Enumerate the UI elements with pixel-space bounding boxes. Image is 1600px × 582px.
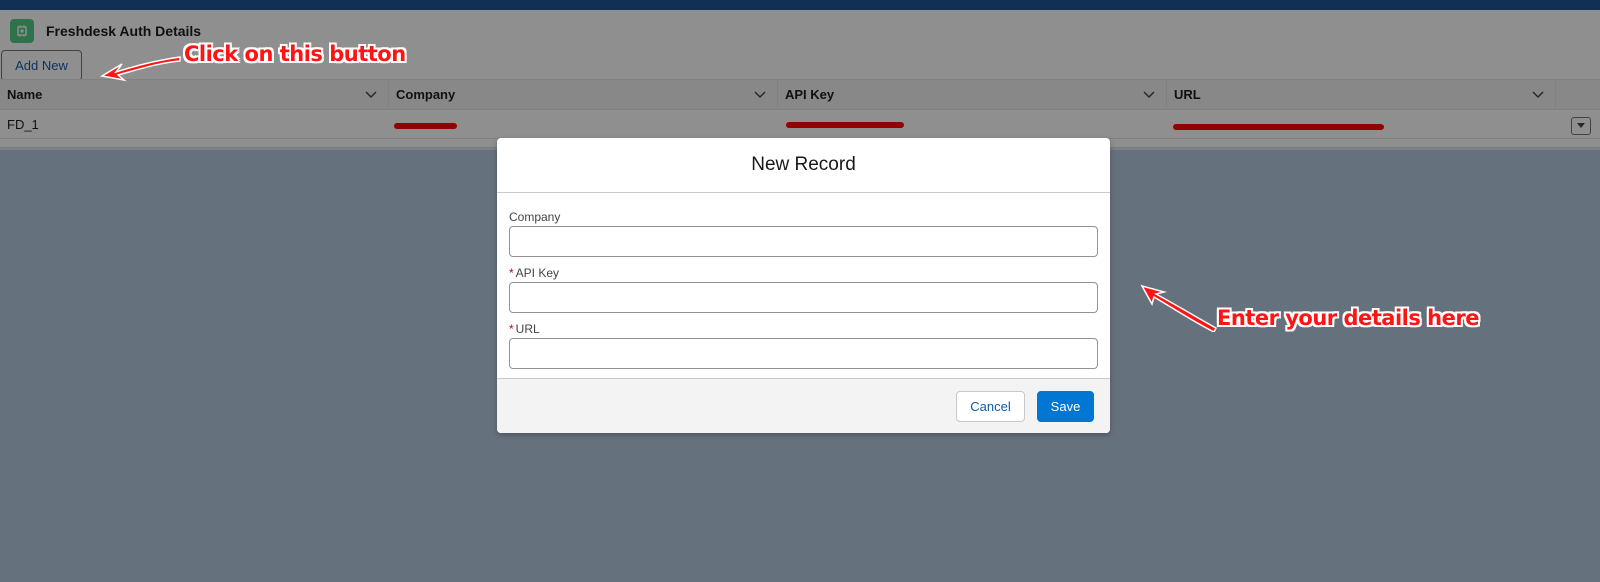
modal-title: New Record	[751, 154, 856, 175]
api-key-input[interactable]	[509, 282, 1098, 313]
url-label: * URL	[509, 322, 540, 336]
company-label: Company	[509, 210, 561, 224]
save-button[interactable]: Save	[1037, 391, 1094, 422]
company-field: Company	[509, 209, 1098, 257]
required-marker: *	[509, 322, 514, 336]
required-marker: *	[509, 266, 514, 280]
url-field: * URL	[509, 321, 1098, 369]
annotation-enter-text: Enter your details here	[1217, 306, 1479, 330]
api-key-field: * API Key	[509, 265, 1098, 313]
annotation-arrow-up-left-icon	[1140, 284, 1217, 332]
annotation-arrow-left-icon	[99, 56, 181, 82]
modal-body: Company * API Key * URL	[497, 193, 1110, 369]
annotation-click-text: Click on this button	[184, 42, 406, 66]
new-record-modal: New Record Company * API Key * URL Cancel …	[497, 138, 1110, 433]
modal-header: New Record	[497, 138, 1110, 193]
cancel-button[interactable]: Cancel	[956, 391, 1025, 422]
api-key-label: * API Key	[509, 266, 560, 280]
modal-footer: Cancel Save	[497, 378, 1110, 433]
url-input[interactable]	[509, 338, 1098, 369]
company-input[interactable]	[509, 226, 1098, 257]
